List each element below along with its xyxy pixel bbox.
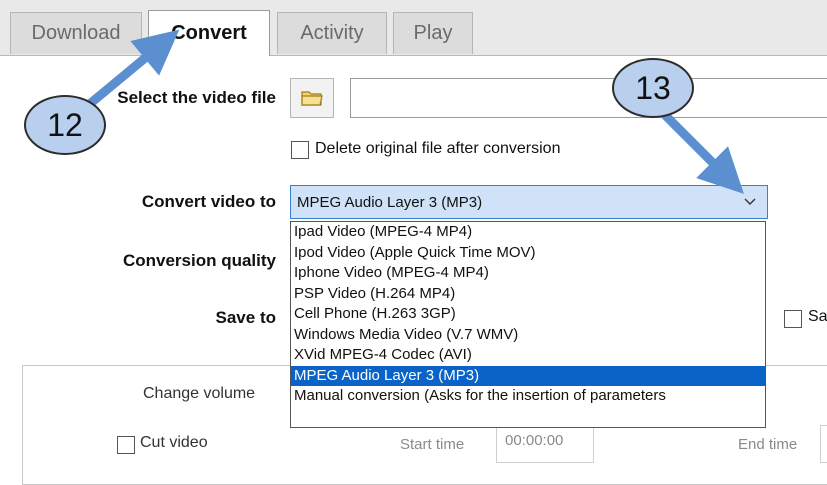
tab-download[interactable]: Download: [10, 12, 142, 54]
format-dropdown-list: Ipad Video (MPEG-4 MP4) Ipod Video (Appl…: [290, 221, 766, 428]
end-time-label: End time: [738, 436, 798, 453]
delete-original-checkbox[interactable]: [291, 141, 309, 159]
browse-folder-button[interactable]: [290, 78, 334, 118]
video-file-path-input[interactable]: [350, 78, 827, 118]
dropdown-option[interactable]: Ipad Video (MPEG-4 MP4): [291, 222, 765, 243]
dropdown-option[interactable]: Iphone Video (MPEG-4 MP4): [291, 263, 765, 284]
callout-12: 12: [24, 95, 106, 155]
save-to-label: Save to: [215, 308, 276, 327]
tab-play[interactable]: Play: [393, 12, 473, 54]
change-volume-label: Change volume: [143, 385, 256, 402]
chevron-down-icon: [744, 198, 756, 205]
tab-convert[interactable]: Convert: [148, 10, 270, 56]
cut-video-label: Cut video: [140, 434, 208, 451]
select-video-label: Select the video file: [117, 88, 276, 107]
save-option-checkbox[interactable]: [784, 310, 802, 328]
end-time-input[interactable]: [820, 425, 827, 463]
cut-video-checkbox[interactable]: [117, 436, 135, 454]
dropdown-option[interactable]: Manual conversion (Asks for the insertio…: [291, 386, 765, 407]
arrow-13: [658, 108, 744, 194]
delete-original-label: Delete original file after conversion: [315, 140, 561, 157]
tab-strip: Download Convert Activity Play: [0, 0, 827, 56]
conversion-quality-label: Conversion quality: [122, 251, 276, 270]
callout-13: 13: [612, 58, 694, 118]
start-time-label: Start time: [400, 436, 465, 453]
tab-activity[interactable]: Activity: [277, 12, 387, 54]
dropdown-option[interactable]: PSP Video (H.264 MP4): [291, 284, 765, 305]
convert-format-value: MPEG Audio Layer 3 (MP3): [297, 193, 483, 211]
dropdown-option[interactable]: Windows Media Video (V.7 WMV): [291, 325, 765, 346]
folder-icon: [301, 91, 323, 106]
dropdown-option-selected[interactable]: MPEG Audio Layer 3 (MP3): [291, 365, 765, 386]
dropdown-option[interactable]: Cell Phone (H.263 3GP): [291, 304, 765, 325]
start-time-input[interactable]: 00:00:00: [496, 425, 594, 463]
save-option-label: Sa: [808, 308, 827, 325]
convert-format-select[interactable]: MPEG Audio Layer 3 (MP3): [290, 185, 768, 219]
convert-to-label: Convert video to: [141, 192, 276, 211]
dropdown-option[interactable]: Ipod Video (Apple Quick Time MOV): [291, 243, 765, 264]
dropdown-option[interactable]: XVid MPEG-4 Codec (AVI): [291, 345, 765, 366]
